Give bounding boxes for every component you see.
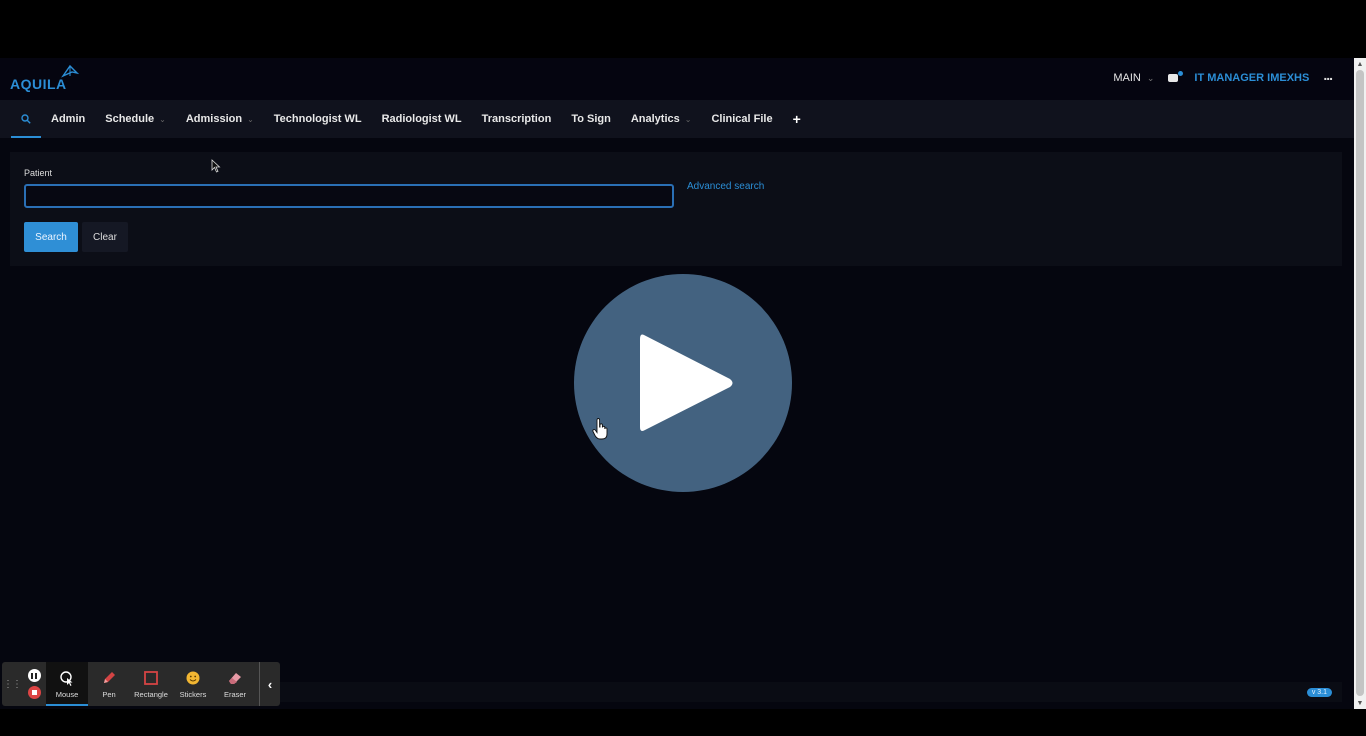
stop-record-icon[interactable]: [27, 686, 41, 699]
nav-item-technologist-wl[interactable]: Technologist WL: [264, 100, 372, 138]
logo-text: AQUILA: [10, 76, 67, 92]
chevron-down-icon: ⌄: [1146, 72, 1155, 83]
nav-item-clinical-file[interactable]: Clinical File: [701, 100, 782, 138]
user-menu[interactable]: IT MANAGER IMEXHS: [1194, 72, 1309, 84]
nav-item-label: Technologist WL: [273, 113, 362, 125]
tool-label: Rectangle: [134, 689, 168, 699]
drag-handle-icon[interactable]: ⋮⋮: [2, 662, 22, 706]
header-actions: MAIN ⌄ IT MANAGER IMEXHS ...: [1113, 68, 1333, 88]
patient-input[interactable]: [24, 184, 674, 208]
nav-item-analytics[interactable]: Analytics ⌄: [621, 100, 702, 138]
tool-label: Stickers: [179, 689, 207, 699]
scroll-up-arrow-icon[interactable]: ▲: [1354, 58, 1366, 70]
vertical-scrollbar[interactable]: ▲ ▼: [1354, 58, 1366, 709]
scroll-thumb[interactable]: [1356, 70, 1364, 696]
rectangle-icon: [144, 670, 158, 685]
chevron-down-icon: ⌄: [684, 114, 692, 124]
tool-eraser[interactable]: Eraser: [214, 662, 256, 706]
footer-bar: [280, 682, 1342, 702]
scroll-down-arrow-icon[interactable]: ▼: [1354, 697, 1366, 709]
search-button[interactable]: Search: [24, 222, 78, 252]
tool-label: Mouse: [55, 689, 79, 699]
top-bar: AQUILA MAIN ⌄ IT MANAGER IMEXHS ...: [0, 58, 1354, 100]
play-icon: [640, 334, 733, 431]
tool-pen[interactable]: Pen: [88, 662, 130, 706]
tool-mouse[interactable]: Mouse: [46, 662, 88, 706]
nav-item-schedule[interactable]: Schedule ⌄: [95, 100, 176, 138]
version-badge: v 3.1: [1306, 688, 1332, 697]
notification-dot: [1178, 71, 1184, 76]
nav-item-admin[interactable]: Admin: [41, 100, 95, 138]
nav-item-transcription[interactable]: Transcription: [472, 100, 562, 138]
main-nav: Admin Schedule ⌄ Admission ⌄ Technologis…: [0, 100, 1354, 138]
nav-item-radiologist-wl[interactable]: Radiologist WL: [372, 100, 472, 138]
tool-stickers[interactable]: Stickers: [172, 662, 214, 706]
branch-label: MAIN: [1113, 72, 1141, 84]
recording-controls: [22, 662, 46, 706]
app-logo[interactable]: AQUILA: [10, 64, 79, 92]
nav-item-label: Clinical File: [711, 113, 773, 125]
clear-button[interactable]: Clear: [82, 222, 128, 252]
sticker-smiley-icon: [186, 671, 200, 684]
pause-icon[interactable]: [27, 669, 41, 682]
recording-toolbar: ⋮⋮ Mouse Pen Rectangle Stickers Eraser ‹: [2, 662, 280, 706]
patient-label: Patient: [24, 168, 53, 178]
chevron-down-icon: ⌄: [247, 114, 254, 124]
nav-item-label: Admission: [185, 113, 243, 125]
nav-item-to-sign[interactable]: To Sign: [561, 100, 621, 138]
mouse-pointer-icon: [211, 159, 221, 173]
tool-label: Eraser: [223, 689, 247, 699]
mouse-cursor-icon: [60, 670, 73, 686]
nav-item-label: Schedule: [105, 113, 155, 125]
nav-item-label: Radiologist WL: [381, 113, 462, 125]
patient-search-panel: Patient Advanced search Search Clear: [10, 152, 1342, 266]
logo-bird-icon: [60, 64, 79, 78]
chat-icon[interactable]: [1168, 71, 1184, 84]
eraser-icon: [229, 672, 241, 684]
tool-label: Pen: [102, 689, 116, 699]
chevron-left-icon[interactable]: ‹: [259, 662, 280, 706]
screen: AQUILA MAIN ⌄ IT MANAGER IMEXHS ... Admi…: [0, 0, 1366, 736]
advanced-search-link[interactable]: Advanced search: [687, 181, 764, 192]
add-tab-button[interactable]: +: [783, 111, 811, 127]
nav-item-admission[interactable]: Admission ⌄: [176, 100, 264, 138]
pen-icon: [104, 671, 115, 683]
nav-item-label: Analytics: [630, 113, 680, 125]
video-play-button[interactable]: [574, 274, 792, 492]
tool-rectangle[interactable]: Rectangle: [130, 662, 172, 706]
nav-item-label: To Sign: [571, 113, 611, 125]
hand-pointer-icon: [592, 418, 608, 440]
search-icon: [21, 114, 31, 124]
branch-selector[interactable]: MAIN ⌄: [1113, 72, 1154, 84]
nav-item-label: Transcription: [481, 113, 552, 125]
nav-item-label: Admin: [51, 113, 86, 125]
chevron-down-icon: ⌄: [159, 114, 166, 124]
more-options-icon[interactable]: ...: [1323, 68, 1333, 82]
nav-search-tab[interactable]: [11, 100, 41, 138]
